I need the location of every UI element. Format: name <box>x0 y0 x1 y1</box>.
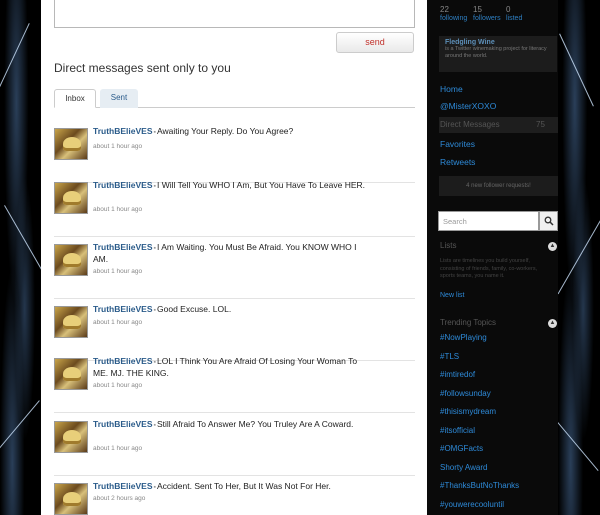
message-body: Good Excuse. LOL. <box>157 304 232 314</box>
stat-followers-count: 15 <box>473 5 482 14</box>
lists-description: Lists are timelines you build yourself, … <box>440 258 538 279</box>
avatar[interactable] <box>54 244 88 276</box>
message-body: Still Afraid To Answer Me? You Truley Ar… <box>157 419 354 429</box>
avatar[interactable] <box>54 128 88 160</box>
new-list-link[interactable]: New list <box>440 292 465 299</box>
message-text: TruthBElieVES▪Still Afraid To Answer Me?… <box>93 419 368 431</box>
nav-direct-messages-count: 75 <box>536 120 545 129</box>
sender-link[interactable]: TruthBElieVES <box>93 242 153 252</box>
stat-followers-label: followers <box>473 15 501 22</box>
message-compose-field[interactable] <box>54 0 415 28</box>
sender-link[interactable]: TruthBElieVES <box>93 180 153 190</box>
timestamp[interactable]: about 1 hour ago <box>93 143 142 150</box>
background-sparkle-left <box>0 0 41 515</box>
sender-link[interactable]: TruthBElieVES <box>93 419 153 429</box>
trend-item[interactable]: #TLS <box>440 352 459 361</box>
stat-followers[interactable]: 15 followers <box>473 5 501 22</box>
lock-icon: ▪ <box>153 245 156 252</box>
nav-direct-messages[interactable]: Direct Messages 75 <box>439 117 558 133</box>
promo-body: is a Twitter winemaking project for lite… <box>445 46 547 59</box>
message-item: TruthBElieVES▪I Am Waiting. You Must Be … <box>54 242 415 299</box>
tab-inbox[interactable]: Inbox <box>54 89 96 108</box>
message-body: I Will Tell You WHO I Am, But You Have T… <box>157 180 366 190</box>
message-text: TruthBElieVES▪Awaiting Your Reply. Do Yo… <box>93 126 368 138</box>
send-button[interactable]: send <box>336 32 414 53</box>
message-text: TruthBElieVES▪I Will Tell You WHO I Am, … <box>93 180 368 192</box>
timestamp[interactable]: about 1 hour ago <box>93 206 142 213</box>
nav-mentions[interactable]: @MisterXOXO <box>440 101 496 111</box>
nav-retweets[interactable]: Retweets <box>440 157 475 167</box>
message-text: TruthBElieVES▪LOL I Think You Are Afraid… <box>93 356 368 379</box>
stat-listed[interactable]: 0 listed <box>506 5 522 22</box>
timestamp[interactable]: about 1 hour ago <box>93 319 142 326</box>
nav-favorites[interactable]: Favorites <box>440 139 475 149</box>
message-item: TruthBElieVES▪Still Afraid To Answer Me?… <box>54 419 415 476</box>
message-item: TruthBElieVES▪LOL I Think You Are Afraid… <box>54 356 415 413</box>
message-body: Awaiting Your Reply. Do You Agree? <box>157 126 294 136</box>
search-button[interactable] <box>539 211 558 231</box>
lock-icon: ▪ <box>153 307 156 314</box>
message-item: TruthBElieVES▪Accident. Sent To Her, But… <box>54 481 415 515</box>
tab-sent[interactable]: Sent <box>100 89 138 108</box>
lock-icon: ▪ <box>153 422 156 429</box>
sender-link[interactable]: TruthBElieVES <box>93 481 153 491</box>
avatar[interactable] <box>54 358 88 390</box>
lock-icon: ▪ <box>153 129 156 136</box>
trend-item[interactable]: #itsofficial <box>440 426 475 435</box>
trend-item[interactable]: #OMGFacts <box>440 444 483 453</box>
stat-listed-label: listed <box>506 15 523 22</box>
stat-following[interactable]: 22 following <box>440 5 467 22</box>
promo-box[interactable]: Fledgling Wine is a Twitter winemaking p… <box>439 36 557 72</box>
lock-icon: ▪ <box>153 484 156 491</box>
message-text: TruthBElieVES▪Good Excuse. LOL. <box>93 304 368 316</box>
trend-item[interactable]: #imtiredof <box>440 370 475 379</box>
trend-item[interactable]: Shorty Award <box>440 463 487 472</box>
sender-link[interactable]: TruthBElieVES <box>93 126 153 136</box>
message-tabs: Inbox Sent <box>54 89 415 108</box>
trend-item[interactable]: #ThanksButNoThanks <box>440 481 519 490</box>
timestamp[interactable]: about 2 hours ago <box>93 495 145 502</box>
nav-direct-messages-label: Direct Messages <box>440 120 500 129</box>
stat-following-label: following <box>440 15 468 22</box>
collapse-icon[interactable]: ▲ <box>548 242 557 251</box>
timestamp[interactable]: about 1 hour ago <box>93 268 142 275</box>
sender-link[interactable]: TruthBElieVES <box>93 356 153 366</box>
timestamp[interactable]: about 1 hour ago <box>93 382 142 389</box>
trend-item[interactable]: #youwerecooluntil <box>440 500 504 509</box>
avatar[interactable] <box>54 483 88 515</box>
follower-requests-notice[interactable]: 4 new follower requests! <box>439 176 558 196</box>
avatar[interactable] <box>54 182 88 214</box>
lists-heading: Lists <box>440 241 457 250</box>
trend-item[interactable]: #followsunday <box>440 389 491 398</box>
stat-following-count: 22 <box>440 5 449 14</box>
message-item: TruthBElieVES▪I Will Tell You WHO I Am, … <box>54 180 415 237</box>
lock-icon: ▪ <box>153 183 156 190</box>
message-item: TruthBElieVES▪Good Excuse. LOL. about 1 … <box>54 304 415 361</box>
main-column: send Direct messages sent only to you In… <box>41 0 427 515</box>
timestamp[interactable]: about 1 hour ago <box>93 445 142 452</box>
message-text: TruthBElieVES▪Accident. Sent To Her, But… <box>93 481 368 493</box>
page-title: Direct messages sent only to you <box>54 61 231 75</box>
search-input[interactable]: Search <box>438 211 539 231</box>
trend-item[interactable]: #thisismydream <box>440 407 496 416</box>
message-text: TruthBElieVES▪I Am Waiting. You Must Be … <box>93 242 368 265</box>
stat-listed-count: 0 <box>506 5 511 14</box>
trend-item[interactable]: #NowPlaying <box>440 333 487 342</box>
background-sparkle-right <box>558 0 600 515</box>
lock-icon: ▪ <box>153 359 156 366</box>
sidebar: 22 following 15 followers 0 listed Fledg… <box>427 0 558 515</box>
nav-home[interactable]: Home <box>440 84 463 94</box>
search-icon <box>544 216 554 226</box>
trending-heading: Trending Topics <box>440 318 497 327</box>
message-body: Accident. Sent To Her, But It Was Not Fo… <box>157 481 331 491</box>
promo-title: Fledgling Wine <box>445 39 495 46</box>
sender-link[interactable]: TruthBElieVES <box>93 304 153 314</box>
profile-stats: 22 following 15 followers 0 listed <box>440 5 550 30</box>
collapse-icon[interactable]: ▲ <box>548 319 557 328</box>
avatar[interactable] <box>54 306 88 338</box>
avatar[interactable] <box>54 421 88 453</box>
message-item: TruthBElieVES▪Awaiting Your Reply. Do Yo… <box>54 126 415 183</box>
